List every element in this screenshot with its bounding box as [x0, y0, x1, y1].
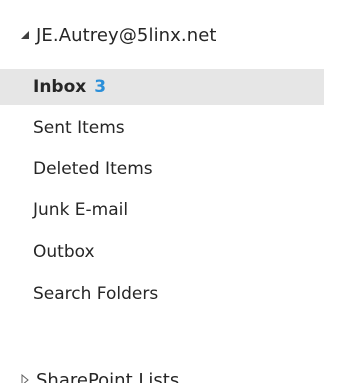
account-email: JE.Autrey@5linx.net [36, 24, 217, 46]
folder-label-junk-email: Junk E-mail [33, 200, 129, 220]
folder-outbox[interactable]: Outbox [0, 234, 95, 270]
triangle-collapsed-icon[interactable] [18, 374, 32, 383]
folder-label-deleted-items: Deleted Items [33, 159, 153, 179]
folder-label-inbox: Inbox [33, 77, 87, 97]
folder-pane: JE.Autrey@5linx.net Inbox 3 Sent Items D… [0, 0, 340, 383]
folder-search-folders[interactable]: Search Folders [0, 276, 158, 312]
folder-label-sent-items: Sent Items [33, 118, 125, 138]
sharepoint-lists-header[interactable]: SharePoint Lists [0, 362, 179, 383]
folder-label-outbox: Outbox [33, 242, 95, 262]
account-header[interactable]: JE.Autrey@5linx.net [0, 16, 340, 54]
folder-label-search-folders: Search Folders [33, 284, 159, 304]
folder-sent-items[interactable]: Sent Items [0, 110, 125, 146]
folder-junk-email[interactable]: Junk E-mail [0, 192, 128, 228]
unread-count-badge: 3 [94, 77, 107, 97]
sharepoint-lists-label: SharePoint Lists [36, 369, 180, 383]
folder-inbox[interactable]: Inbox 3 [0, 69, 324, 105]
triangle-expanded-icon[interactable] [18, 30, 32, 40]
folder-deleted-items[interactable]: Deleted Items [0, 151, 153, 187]
